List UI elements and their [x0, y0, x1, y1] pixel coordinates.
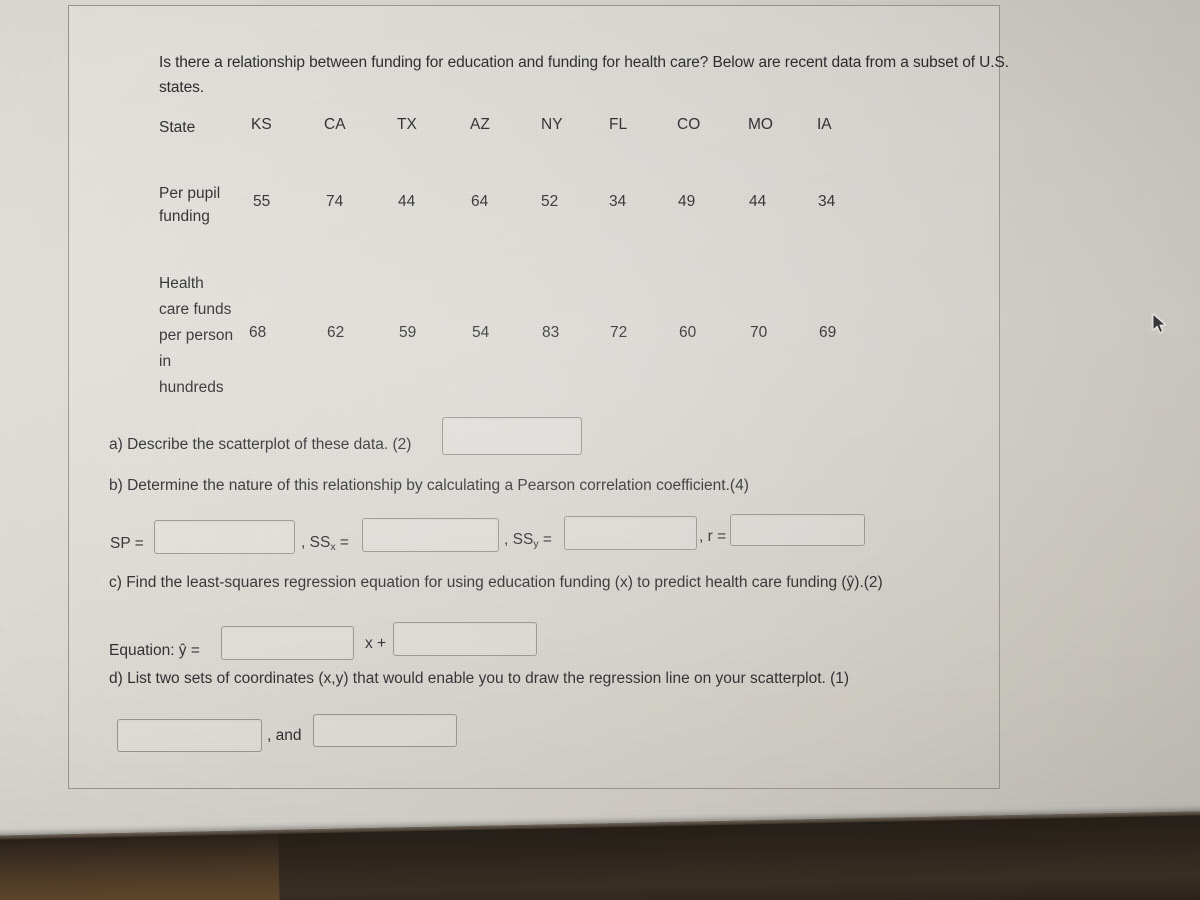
table-header-cell: CA — [324, 116, 346, 133]
table-row-health-care-funds: Health care funds per person in hundreds… — [159, 275, 859, 396]
table-header-cell: CO — [677, 116, 701, 133]
desk-wood-reflection — [0, 829, 280, 900]
table-row-label-health-line2: care funds — [159, 301, 232, 318]
table-cell-per-pupil: 49 — [678, 193, 696, 210]
table-cell-per-pupil: 44 — [398, 193, 416, 210]
table-row-label-per-pupil-line2: funding — [159, 208, 210, 225]
r-label: , r = — [699, 528, 727, 545]
ssy-equals-sign: = — [542, 531, 552, 548]
part-a-question-text: a) Describe the scatterplot of these dat… — [109, 436, 412, 453]
part-b-question-text: b) Determine the nature of this relation… — [109, 477, 749, 494]
table-cell-health-funds: 83 — [542, 324, 560, 341]
regression-slope-input[interactable] — [221, 626, 354, 660]
coordinate-pair-2-input[interactable] — [313, 714, 457, 747]
table-cell-health-funds: 60 — [679, 324, 697, 341]
sp-input[interactable] — [154, 520, 295, 554]
ssx-label-subscript: x — [330, 541, 336, 553]
table-cell-health-funds: 69 — [819, 324, 837, 341]
ssx-label-main: SS — [309, 534, 331, 551]
x-plus-label: x + — [365, 635, 387, 652]
ssy-label-main: SS — [512, 531, 534, 548]
and-label: , and — [267, 727, 302, 744]
table-cell-per-pupil: 64 — [471, 193, 489, 210]
ssy-label-subscript: y — [533, 538, 539, 550]
table-cell-health-funds: 68 — [249, 324, 267, 341]
table-cell-health-funds: 72 — [610, 324, 628, 341]
table-cell-health-funds: 54 — [472, 324, 490, 341]
table-header-row: State KS CA TX AZ NY FL CO MO IA — [159, 116, 859, 136]
part-a-answer-input[interactable] — [442, 417, 582, 455]
r-input[interactable] — [730, 514, 865, 546]
equation-label: Equation: ŷ = — [109, 642, 200, 659]
table-cell-per-pupil: 34 — [818, 193, 836, 210]
ssx-input[interactable] — [362, 518, 499, 552]
regression-intercept-input[interactable] — [393, 622, 537, 656]
table-header-cell: KS — [251, 116, 272, 133]
table-cell-health-funds: 59 — [399, 324, 417, 341]
table-row-label-per-pupil-line1: Per pupil — [159, 185, 221, 202]
table-row-label-state: State — [159, 119, 196, 136]
table-cell-per-pupil: 52 — [541, 193, 559, 210]
table-row-label-health-line4: in — [159, 353, 172, 370]
ssy-label: , SSy = — [504, 531, 552, 550]
table-cell-per-pupil: 34 — [609, 193, 627, 210]
table-header-cell: NY — [541, 116, 563, 133]
table-header-cell: FL — [609, 116, 628, 133]
table-row-label-health-line5: hundreds — [159, 379, 224, 396]
table-cell-per-pupil: 55 — [253, 193, 271, 210]
table-cell-health-funds: 62 — [327, 324, 345, 341]
table-header-cell: IA — [817, 116, 832, 133]
part-d-question-text: d) List two sets of coordinates (x,y) th… — [109, 670, 850, 687]
table-cell-per-pupil: 74 — [326, 193, 344, 210]
part-c-question-text: c) Find the least-squares regression equ… — [109, 574, 883, 591]
coordinate-pair-1-input[interactable] — [117, 719, 262, 752]
ssy-input[interactable] — [564, 516, 697, 550]
question-intro-text: Is there a relationship between funding … — [159, 54, 1009, 96]
table-cell-health-funds: 70 — [750, 324, 768, 341]
table-header-cell: MO — [748, 116, 773, 133]
table-row-per-pupil-funding: Per pupil funding 55 74 44 64 52 34 49 4… — [159, 185, 859, 225]
ssx-label: , SSx = — [301, 534, 349, 553]
table-header-cell: AZ — [470, 116, 490, 133]
quiz-content-panel: Is there a relationship between funding … — [68, 5, 1009, 789]
ssx-equals-sign: = — [339, 534, 349, 551]
table-row-label-health-line3: per person — [159, 327, 234, 344]
table-header-cell: TX — [397, 116, 417, 133]
table-row-label-health-line1: Health — [159, 275, 204, 292]
table-cell-per-pupil: 44 — [749, 193, 767, 210]
sp-label: SP = — [110, 535, 144, 552]
